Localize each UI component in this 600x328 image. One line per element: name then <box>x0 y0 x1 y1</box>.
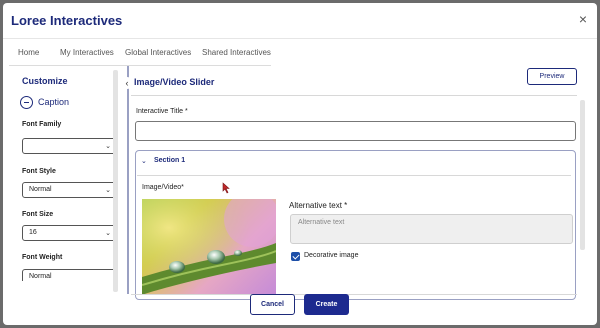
decorative-image-checkbox[interactable] <box>291 252 300 261</box>
caption-label: Caption <box>38 97 70 107</box>
create-button[interactable]: Create <box>304 294 349 315</box>
sidebar-title: Customize <box>22 76 68 86</box>
modal-title: Loree Interactives <box>11 13 123 28</box>
font-family-label: Font Family <box>22 121 62 128</box>
chevron-left-icon[interactable]: ‹ <box>121 77 133 89</box>
font-style-label: Font Style <box>22 168 56 175</box>
tab-global-interactives[interactable]: Global Interactives <box>125 48 191 57</box>
chevron-down-icon: ⌄ <box>105 143 111 150</box>
font-weight-select[interactable]: Normal <box>22 269 117 281</box>
customize-sidebar: Customize Caption Font Family ⌄ Font Sty… <box>14 70 120 322</box>
close-icon[interactable]: × <box>579 11 587 27</box>
image-thumbnail[interactable] <box>142 199 276 295</box>
tab-home[interactable]: Home <box>18 48 39 57</box>
alt-text-label: Alternative text * <box>289 201 348 210</box>
section-panel: ⌄ Section 1 Image/Video* Alternative tex… <box>135 150 576 300</box>
sidebar-scrollbar[interactable] <box>113 70 118 292</box>
font-size-select[interactable]: 16 ⌄ <box>22 225 117 241</box>
alt-text-input[interactable]: Alternative text <box>290 214 573 244</box>
minus-circle-icon[interactable] <box>20 96 33 109</box>
panel-divider <box>127 66 129 294</box>
chevron-down-icon: ⌄ <box>105 187 111 194</box>
font-size-value: 16 <box>29 229 37 236</box>
modal-header: Loree Interactives × <box>3 3 597 39</box>
footer-divider <box>131 294 577 295</box>
main-scrollbar[interactable] <box>580 100 585 250</box>
font-weight-value: Normal <box>29 273 52 280</box>
preview-button[interactable]: Preview <box>527 68 577 85</box>
section-title[interactable]: Section 1 <box>154 157 185 164</box>
section-divider <box>137 175 571 176</box>
decorative-image-label[interactable]: Decorative image <box>304 252 358 259</box>
caption-toggle[interactable]: Caption <box>20 96 110 110</box>
water-droplets-image <box>142 199 276 295</box>
tab-bar: Home My Interactives Global Interactives… <box>9 40 271 66</box>
tab-my-interactives[interactable]: My Interactives <box>60 48 114 57</box>
main-divider <box>131 95 577 96</box>
font-style-select[interactable]: Normal ⌄ <box>22 182 117 198</box>
chevron-down-icon: ⌄ <box>105 230 111 237</box>
tab-shared-interactives[interactable]: Shared Interactives <box>202 48 271 57</box>
font-size-label: Font Size <box>22 211 54 218</box>
mouse-cursor-icon <box>222 182 230 194</box>
font-family-select[interactable]: ⌄ <box>22 138 117 154</box>
chevron-down-icon[interactable]: ⌄ <box>141 157 147 165</box>
image-video-label: Image/Video* <box>142 184 184 191</box>
interactive-title-label: Interactive Title * <box>136 108 188 115</box>
main-title: Image/Video Slider <box>134 77 215 87</box>
interactive-title-input[interactable] <box>135 121 576 141</box>
cancel-button[interactable]: Cancel <box>250 294 295 315</box>
font-weight-label: Font Weight <box>22 254 63 261</box>
font-style-value: Normal <box>29 186 52 193</box>
